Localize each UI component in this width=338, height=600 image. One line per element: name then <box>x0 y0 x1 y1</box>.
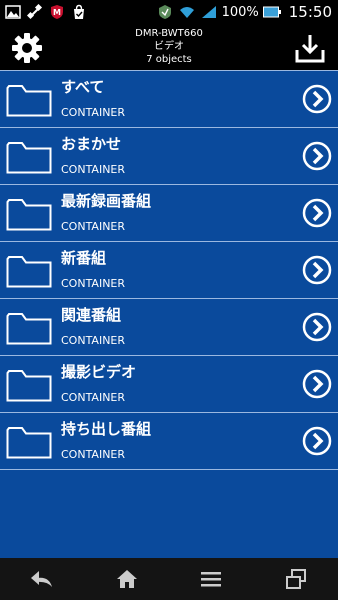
home-button[interactable] <box>112 566 142 592</box>
settings-button[interactable] <box>10 31 44 65</box>
battery-percent: 100% <box>221 4 259 20</box>
gear-icon <box>12 33 42 63</box>
list-item-type: CONTAINER <box>61 220 126 233</box>
chevron-right-icon[interactable] <box>302 198 332 228</box>
list-item-type: CONTAINER <box>61 334 126 347</box>
list-item-type: CONTAINER <box>61 391 126 404</box>
list-item-type: CONTAINER <box>61 163 126 176</box>
object-count: 7 objects <box>146 54 192 65</box>
wifi-icon <box>178 4 196 20</box>
chevron-right-icon[interactable] <box>302 312 332 342</box>
list-item[interactable]: 撮影ビデオ CONTAINER <box>0 356 338 413</box>
list-item[interactable]: 最新録画番組 CONTAINER <box>0 185 338 242</box>
signal-icon <box>200 4 218 20</box>
chevron-right-icon[interactable] <box>302 141 332 171</box>
list-item[interactable]: おまかせ CONTAINER <box>0 128 338 185</box>
clock: 15:50 <box>288 3 332 21</box>
mcafee-icon: M <box>48 4 66 20</box>
chevron-right-icon[interactable] <box>302 84 332 114</box>
folder-icon <box>6 142 52 174</box>
menu-icon <box>201 572 222 587</box>
folder-icon <box>6 313 52 345</box>
list-item[interactable]: 関連番組 CONTAINER <box>0 299 338 356</box>
list-item-type: CONTAINER <box>61 448 126 461</box>
folder-name: ビデオ <box>154 41 184 52</box>
folder-icon <box>6 370 52 402</box>
svg-text:M: M <box>53 8 61 17</box>
list-item[interactable]: 持ち出し番組 CONTAINER <box>0 413 338 470</box>
menu-button[interactable] <box>196 566 226 592</box>
chevron-right-icon[interactable] <box>302 255 332 285</box>
recent-apps-button[interactable] <box>281 566 311 592</box>
app-header: DMR-BWT660 ビデオ 7 objects <box>0 24 338 70</box>
nfc-icon <box>156 4 174 20</box>
chevron-right-icon[interactable] <box>302 369 332 399</box>
device-name: DMR-BWT660 <box>135 28 203 39</box>
header-info: DMR-BWT660 ビデオ 7 objects <box>80 27 258 66</box>
recent-apps-icon <box>285 569 306 589</box>
list-item-type: CONTAINER <box>61 106 126 119</box>
shopping-bag-icon <box>70 4 88 20</box>
status-bar: M 100% 15:50 <box>0 0 338 24</box>
list-item-title: 撮影ビデオ <box>61 363 137 381</box>
back-button[interactable] <box>27 566 57 592</box>
list-item-title: 新番組 <box>61 249 107 267</box>
list-item-title: おまかせ <box>61 135 122 153</box>
battery-icon <box>262 4 281 20</box>
folder-icon <box>6 256 52 288</box>
folder-icon <box>6 199 52 231</box>
folder-icon <box>6 85 52 117</box>
list-item-title: 持ち出し番組 <box>61 420 152 438</box>
list-item[interactable]: 新番組 CONTAINER <box>0 242 338 299</box>
list-item-type: CONTAINER <box>61 277 126 290</box>
image-icon <box>4 4 22 20</box>
list-item[interactable]: すべて CONTAINER <box>0 70 338 128</box>
satellite-icon <box>26 4 44 20</box>
container-list: すべて CONTAINER おまかせ CONTAINER 最新録画番組 CONT… <box>0 70 338 558</box>
list-item-title: 関連番組 <box>61 306 122 324</box>
download-icon <box>295 35 325 63</box>
home-icon <box>116 570 137 588</box>
folder-icon <box>6 427 52 459</box>
list-item-title: すべて <box>61 78 105 96</box>
list-item-title: 最新録画番組 <box>61 192 152 210</box>
system-nav-bar <box>0 558 338 600</box>
back-icon <box>31 571 53 587</box>
download-button[interactable] <box>294 32 326 64</box>
chevron-right-icon[interactable] <box>302 426 332 456</box>
